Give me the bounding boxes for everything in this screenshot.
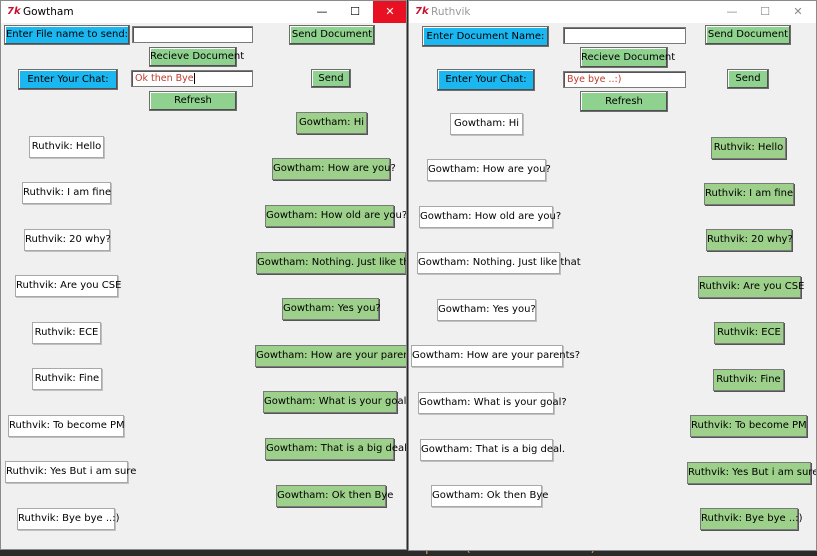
- incoming-message: Ruthvik: Yes But i am sure: [5, 461, 136, 483]
- refresh-button[interactable]: Refresh: [580, 91, 668, 112]
- title-bar: 7k Gowtham — ☐ ✕: [1, 1, 406, 23]
- outgoing-message: Gowtham: Nothing. Just like that: [256, 252, 406, 274]
- tk-feather-icon: 7k: [415, 6, 429, 17]
- minimize-button[interactable]: —: [715, 1, 749, 23]
- incoming-message: Gowtham: How old are you?: [419, 206, 561, 228]
- incoming-message: Gowtham: What is your goal?: [418, 392, 567, 414]
- chat-window-ruthvik: 7k Ruthvik — ☐ ✕ Enter Document Name: Se…: [408, 0, 817, 551]
- outgoing-message: Ruthvik: To become PM: [690, 415, 807, 437]
- incoming-message: Gowtham: Yes you?: [437, 299, 536, 321]
- incoming-message: Ruthvik: I am fine: [22, 182, 111, 204]
- outgoing-message: Gowtham: Yes you?: [282, 298, 381, 320]
- window-title: Gowtham: [23, 6, 74, 18]
- outgoing-message: Ruthvik: Yes But i am sure: [687, 462, 816, 484]
- send-document-button[interactable]: Send Document: [289, 25, 375, 45]
- outgoing-message: Ruthvik: 20 why?: [706, 229, 793, 251]
- chat-label: Enter Your Chat:: [437, 69, 535, 91]
- chat-input[interactable]: Bye bye ..:): [563, 71, 686, 88]
- incoming-message: Gowtham: Ok then Bye: [431, 485, 548, 507]
- outgoing-message: Ruthvik: I am fine: [704, 183, 794, 205]
- document-name-input[interactable]: [563, 27, 686, 44]
- outgoing-message: Ruthvik: Hello: [711, 137, 786, 159]
- outgoing-message: Gowtham: How are you?: [272, 158, 396, 180]
- outgoing-message: Gowtham: Hi: [296, 112, 367, 134]
- maximize-button[interactable]: ☐: [338, 1, 372, 23]
- outgoing-message: Ruthvik: Bye bye ..:): [700, 508, 802, 530]
- window-title: Ruthvik: [431, 6, 471, 18]
- outgoing-message: Ruthvik: Fine: [713, 369, 784, 391]
- tk-feather-icon: 7k: [7, 6, 21, 17]
- incoming-message: Ruthvik: Bye bye ..:): [17, 508, 119, 530]
- outgoing-message: Gowtham: Ok then Bye: [276, 485, 393, 507]
- incoming-message: Ruthvik: To become PM: [8, 415, 125, 437]
- incoming-message: Ruthvik: 20 why?: [24, 229, 111, 251]
- chat-input[interactable]: Ok then Bye: [131, 70, 253, 87]
- incoming-message: Ruthvik: Hello: [29, 136, 104, 158]
- title-bar: 7k Ruthvik — ☐ ✕: [409, 1, 816, 23]
- send-button[interactable]: Send: [311, 69, 351, 88]
- incoming-message: Ruthvik: Are you CSE: [15, 275, 121, 297]
- chat-label: Enter Your Chat:: [18, 69, 118, 90]
- incoming-message: Gowtham: Nothing. Just like that: [417, 252, 581, 274]
- filename-label: Enter File name to send:: [4, 25, 130, 45]
- document-name-label: Enter Document Name:: [422, 26, 549, 47]
- filename-input[interactable]: [132, 26, 253, 43]
- outgoing-message: Gowtham: How are your parents?: [255, 345, 406, 367]
- outgoing-message: Ruthvik: Are you CSE: [698, 276, 804, 298]
- close-button[interactable]: ✕: [781, 1, 815, 23]
- minimize-button[interactable]: —: [305, 1, 339, 23]
- receive-document-button[interactable]: Recieve Document: [580, 47, 675, 68]
- incoming-message: Ruthvik: ECE: [32, 322, 101, 344]
- receive-document-button[interactable]: Recieve Document: [149, 47, 244, 67]
- incoming-message: Gowtham: Hi: [450, 113, 523, 135]
- outgoing-message: Gowtham: What is your goal?: [263, 391, 406, 413]
- incoming-message: Ruthvik: Fine: [32, 368, 102, 390]
- outgoing-message: Gowtham: That is a big deal.: [265, 438, 406, 460]
- chat-window-gowtham: 7k Gowtham — ☐ ✕ Enter File name to send…: [0, 0, 407, 550]
- incoming-message: Gowtham: How are your parents?: [411, 345, 580, 367]
- maximize-button[interactable]: ☐: [748, 1, 782, 23]
- send-button[interactable]: Send: [727, 69, 769, 89]
- incoming-message: Gowtham: That is a big deal.: [420, 439, 565, 461]
- close-button[interactable]: ✕: [373, 1, 406, 23]
- outgoing-message: Gowtham: How old are you?: [265, 205, 406, 227]
- refresh-button[interactable]: Refresh: [149, 91, 237, 111]
- incoming-message: Gowtham: How are you?: [427, 159, 551, 181]
- outgoing-message: Ruthvik: ECE: [714, 322, 784, 344]
- send-document-button[interactable]: Send Document: [705, 25, 791, 45]
